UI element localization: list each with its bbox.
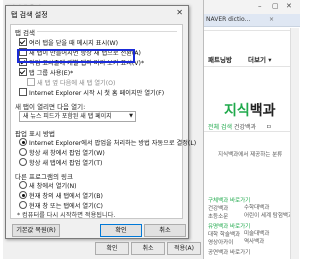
side-list-1-item[interactable]: 어린이 세계 탐험백과 [244,211,293,219]
tab-settings-dialog: 탭 검색 설정 ✕ 탭 검색 여러 탭을 닫을 때 메시지 표시(W) 새 탭이… [5,5,196,239]
dialog-title: 탭 검색 설정 [11,11,48,19]
radio[interactable] [19,181,27,189]
highlight-box [17,49,135,63]
external-new-window[interactable]: 새 창에서 열기(N) [19,181,77,190]
minimize-icon[interactable]: – [258,2,262,10]
ok-button[interactable]: 확인 [100,224,142,237]
group-divider [37,31,177,32]
chevron-down-icon: ▼ [129,113,133,119]
cat-more[interactable]: ㅁ [266,122,272,131]
newtab-select[interactable]: 새 뉴스 피드가 포함된 새 탭 페이지 ▼ [19,111,136,122]
side-list-1-item[interactable]: 수학대백과 [244,203,293,211]
notice-text: 지식백과에서 제공하는 분류 [218,152,283,158]
opt-warn-close-multiple[interactable]: 여러 탭을 닫을 때 메시지 표시(W) [19,38,118,47]
external-current-tab[interactable]: 현재 창 또는 탭에서 열기(C) [19,201,103,210]
side-list-2b: 미술대백과 역사백과 [244,229,269,245]
checkbox[interactable] [27,78,35,86]
restart-footnote: * 컴퓨터를 다시 시작하면 적용됩니다. [17,212,116,219]
opt-tab-groups[interactable]: 탭 그룹 사용(E)* [19,68,73,77]
browser-tab[interactable]: NAVER dictio... × [204,14,300,27]
jisik-logo[interactable]: 지식백과 [224,100,276,120]
menu-item-more-label: 더보기 [248,56,266,64]
cancel-button[interactable]: 취소 [144,224,186,237]
chevron-down-icon: ▾ [268,56,272,64]
side-bottom-link[interactable]: 공연백과 바로가기 [208,248,250,256]
popup-new-window[interactable]: 항상 새 창에서 팝업 열기(W) [19,148,105,157]
group-newtab-label: 새 탭이 열리면 다음 열기: [15,103,86,111]
checkbox[interactable] [19,88,27,96]
toolbar-divider [204,30,294,31]
cat-all[interactable]: 전체 검색 [208,122,232,131]
external-new-tab[interactable]: 현재 창의 새 탭에서 열기(B) [19,191,103,200]
restore-defaults-button[interactable]: 기본값 복원(R) [12,224,60,237]
opt-first-home-only[interactable]: Internet Explorer 시작 시 첫 홈 페이지만 열기(F) [19,88,164,97]
menu-item-more[interactable]: 더보기 ▾ [248,54,271,64]
browser-titlebar: – ▢ ✕ [204,0,300,14]
parent-apply-button[interactable]: 적용(A) [167,242,201,255]
parent-ok-button[interactable]: 확인 [95,242,129,255]
close-icon[interactable]: ✕ [176,8,183,17]
group-tabs-label: 탭 검색 [15,29,36,37]
tab-title: NAVER dictio... [206,16,251,23]
logo-green: 지식 [224,103,250,119]
radio[interactable] [19,201,27,209]
close-window-icon[interactable]: ✕ [286,2,292,10]
opt-open-next-to-current[interactable]: 새 탭 옆 다음에 새 탭 열기(O) [27,78,115,87]
cat-divider [204,131,294,132]
page-scrollbar[interactable] [290,28,299,259]
popup-auto[interactable]: Internet Explorer에서 팝업을 처리하는 방법 자동으로 결정(… [19,138,196,147]
parent-cancel-button[interactable]: 취소 [131,242,165,255]
checkbox[interactable] [19,68,27,76]
popup-new-tab[interactable]: 항상 새 탭에서 팝업 열기(T) [19,158,102,167]
menu-item-1[interactable]: 패트닝방 [208,54,232,64]
tab-close-icon[interactable]: × [269,14,274,26]
radio[interactable] [19,138,27,146]
logo-dark: 백과 [249,103,276,119]
cat-health[interactable]: 건강백과 [234,122,256,131]
side-list-2-item[interactable]: 미술대백과 [244,229,269,237]
radio[interactable] [19,191,27,199]
group-external-label: 다른 프로그램의 링크 [15,173,73,181]
menu-divider [204,66,294,67]
side-list-2-item[interactable]: 역사백과 [244,237,269,245]
radio[interactable] [19,158,27,166]
maximize-icon[interactable]: ▢ [272,2,279,10]
side-list-1b: 수학대백과 어린이 세계 탐험백과 [244,203,293,219]
group-popup-label: 팝업 표시 방법 [15,130,56,138]
radio[interactable] [19,148,27,156]
checkbox[interactable] [19,38,27,46]
web-page: – ▢ ✕ NAVER dictio... × 패트닝방 더보기 ▾ 지식백과 … [204,0,300,259]
